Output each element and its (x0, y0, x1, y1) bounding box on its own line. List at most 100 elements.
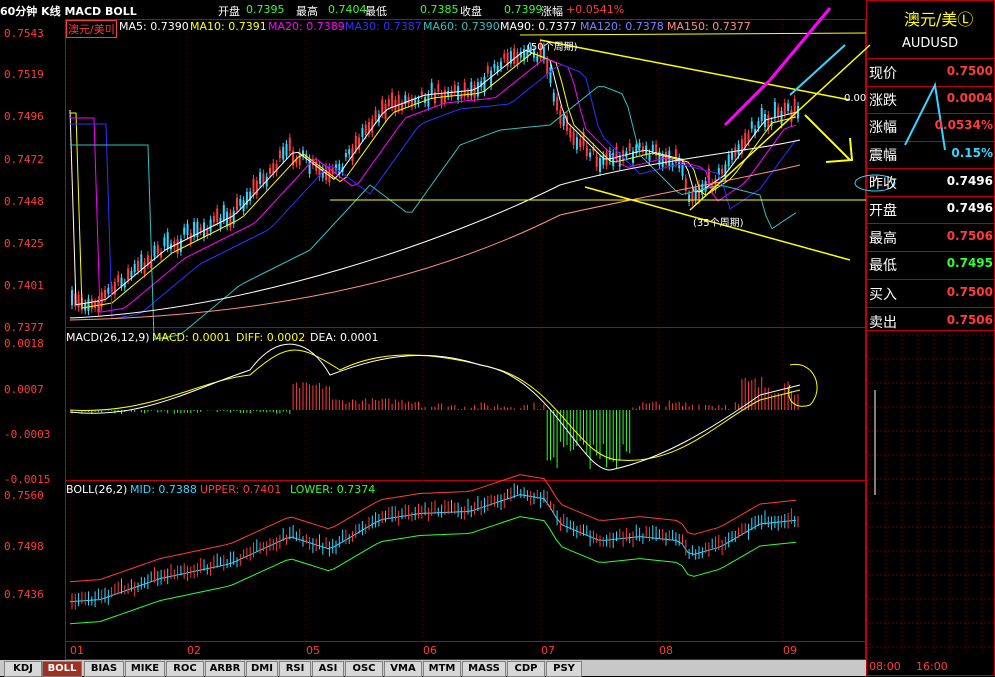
quote-label: 现价 (869, 66, 897, 82)
candle-body (585, 146, 588, 157)
mark-annotation: 0.00 (844, 93, 867, 104)
candle-body (387, 99, 390, 107)
arrow-down (804, 114, 851, 161)
quote-label: 最高 (869, 231, 897, 247)
tab-mike[interactable]: MIKE (125, 661, 165, 677)
quote-row: 震幅 0.15% (866, 142, 995, 164)
candle-body (87, 298, 90, 312)
candle-body (156, 245, 159, 254)
candle-body (344, 153, 347, 158)
ma20-legend: MA20: 0.7389 (268, 20, 345, 33)
candle-body (572, 131, 575, 145)
tab-osc[interactable]: OSC (345, 661, 383, 677)
candle-body (447, 90, 450, 97)
candle-body (694, 187, 697, 200)
candle-body (163, 237, 166, 247)
macd-tick: -0.0003 (4, 428, 51, 441)
candle-body (513, 48, 516, 65)
boll-tick: 0.7560 (4, 489, 44, 502)
candle-body (516, 52, 519, 65)
candle-body (546, 59, 549, 75)
candle-body (549, 67, 552, 84)
candle-body (562, 116, 565, 126)
ma60-legend: MA60: 0.7390 (423, 20, 500, 33)
date-tick: 08 (659, 644, 673, 657)
tab-arbr[interactable]: ARBR (205, 661, 245, 677)
candle-body (486, 66, 489, 74)
quote-label: 最低 (869, 258, 897, 274)
quote-value: 0.7500 (946, 64, 993, 78)
candle-body (579, 139, 582, 148)
candle-body (615, 146, 618, 159)
boll-tick: 0.7498 (4, 540, 44, 553)
quote-row: 卖出 0.7506 (866, 309, 995, 331)
candle-body (638, 142, 641, 148)
quote-label: 买入 (869, 287, 897, 303)
candle-body (744, 132, 747, 147)
candle-body (599, 158, 601, 172)
candle-body (688, 194, 691, 203)
quote-label: 涨跌 (869, 93, 897, 109)
quote-value: 0.7496 (946, 174, 993, 188)
candle-body (216, 208, 219, 222)
candle-body (787, 103, 790, 111)
symbol-label: 澳元/美미 (66, 20, 117, 38)
date-tick: 06 (423, 644, 437, 657)
candle-body (661, 154, 664, 167)
candle-body (783, 102, 786, 115)
tab-asi[interactable]: ASI (312, 661, 344, 677)
candle-body (463, 82, 466, 96)
tab-roc[interactable]: ROC (166, 661, 204, 677)
period-annotation-top: (50个周期) (527, 42, 578, 53)
tab-kdj[interactable]: KDJ (4, 661, 42, 677)
tab-mtm[interactable]: MTM (423, 661, 461, 677)
candle-body (193, 221, 196, 237)
candle-body (127, 268, 130, 281)
candle-body (381, 99, 384, 115)
time-end: 16:00 (916, 660, 948, 673)
candle-body (503, 53, 506, 59)
candle-body (176, 239, 179, 254)
quote-name: 澳元/美Ⓛ (904, 10, 974, 29)
quote-row: 涨跌 0.0004 (866, 87, 995, 109)
candle-body (651, 144, 654, 152)
ma120-legend: MA120: 0.7378 (580, 20, 664, 33)
candle-body (437, 83, 440, 92)
candle-body (153, 245, 156, 257)
tab-rsi[interactable]: RSI (279, 661, 311, 677)
quote-row: 最低 0.7495 (866, 252, 995, 274)
candle-body (107, 287, 110, 294)
header-bar: 60分钟 K线 MACD BOLL 开盘 0.7395 最高 0.7404 最低… (0, 0, 866, 20)
candle-body (209, 219, 212, 232)
tab-cdp[interactable]: CDP (507, 661, 545, 677)
candle-body (575, 137, 578, 150)
dea-value: DEA: 0.0001 (310, 331, 379, 344)
quote-value: 0.7496 (946, 201, 993, 215)
candle-body (77, 294, 80, 308)
candle-body (361, 128, 364, 137)
tab-bias[interactable]: BIAS (84, 661, 124, 677)
candle-body (90, 299, 93, 309)
price-tick: 0.7425 (4, 237, 44, 250)
high-value: 0.7404 (328, 3, 367, 16)
low-label: 最低 (365, 5, 387, 18)
candle-body (589, 152, 592, 157)
tab-mass[interactable]: MASS (462, 661, 506, 677)
candle-body (130, 271, 133, 278)
tab-dmi[interactable]: DMI (246, 661, 278, 677)
chart-title: 60分钟 K线 MACD BOLL (0, 5, 137, 18)
tab-vma[interactable]: VMA (384, 661, 422, 677)
tab-boll[interactable]: BOLL (42, 661, 82, 677)
candle-body (212, 215, 215, 223)
candle-body (282, 146, 285, 160)
price-tick: 0.7472 (4, 153, 44, 166)
boll-mid: MID: 0.7388 (130, 483, 197, 496)
boll-lower-line (69, 516, 797, 625)
tab-psy[interactable]: PSY (546, 661, 582, 677)
trendline (539, 39, 851, 101)
candle-body (179, 238, 182, 252)
ma10-legend: MA10: 0.7391 (190, 20, 267, 33)
candle-body (186, 223, 189, 235)
candle-body (133, 263, 136, 273)
date-tick: 02 (187, 644, 201, 657)
